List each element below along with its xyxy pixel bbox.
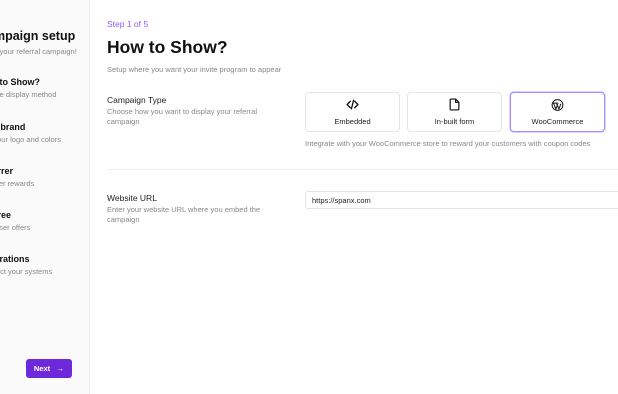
sidebar: Campaign setup Setup your referral campa… [0, 0, 90, 394]
next-button[interactable]: Next → [26, 359, 72, 378]
step-indicator: Step 1 of 5 [107, 19, 149, 29]
sidebar-item-title: Referrer [0, 166, 14, 176]
option-woocommerce[interactable]: WooCommerce [510, 92, 605, 132]
sidebar-item-desc: Choose display method [0, 90, 57, 99]
website-url-desc: Enter your website URL where you embed t… [107, 205, 261, 224]
sidebar-item-title: Your brand [0, 122, 26, 132]
main-content: Step 1 of 5 How to Show? Setup where you… [107, 0, 618, 394]
sidebar-item-title: Integrations [0, 254, 30, 264]
file-icon [448, 98, 461, 111]
sidebar-item-title: Referee [0, 210, 12, 220]
website-url-input[interactable] [305, 191, 618, 209]
website-url-label: Website URL [107, 193, 157, 203]
campaign-type-desc: Choose how you want to display your refe… [107, 107, 258, 126]
sidebar-item-desc: Connect your systems [0, 267, 53, 276]
arrow-right-icon: → [56, 364, 65, 373]
sidebar-item-desc: Add your logo and colors [0, 135, 61, 144]
option-label: In-built form [434, 117, 475, 126]
sidebar-item-your-brand[interactable]: Your brand Add your logo and colors [0, 122, 61, 144]
campaign-type-hint: Integrate with your WooCommerce store to… [305, 139, 591, 148]
sidebar-item-integrations[interactable]: Integrations Connect your systems [0, 254, 52, 276]
option-embedded[interactable]: Embedded [305, 92, 400, 132]
next-button-label: Next [33, 364, 51, 373]
sidebar-item-desc: Referrer rewards [0, 179, 35, 188]
campaign-type-label: Campaign Type [107, 95, 167, 105]
sidebar-item-how-to-show[interactable]: How to Show? Choose display method [0, 77, 56, 99]
sidebar-item-title: How to Show? [0, 77, 40, 87]
sidebar-subtitle: Setup your referral campaign! [0, 47, 77, 56]
option-label: Embedded [334, 117, 371, 126]
page-title: How to Show? [107, 37, 228, 57]
sidebar-title: Campaign setup [0, 29, 76, 43]
option-in-built-form[interactable]: In-built form [407, 92, 502, 132]
sidebar-item-referrer[interactable]: Referrer Referrer rewards [0, 166, 34, 188]
option-label: WooCommerce [531, 117, 584, 126]
page-subtitle: Setup where you want your invite program… [107, 65, 282, 74]
sidebar-item-desc: New user offers [0, 223, 31, 232]
code-icon [346, 98, 359, 111]
wordpress-icon [551, 98, 564, 111]
section-divider [107, 169, 618, 170]
sidebar-item-referee[interactable]: Referee New user offers [0, 210, 30, 232]
